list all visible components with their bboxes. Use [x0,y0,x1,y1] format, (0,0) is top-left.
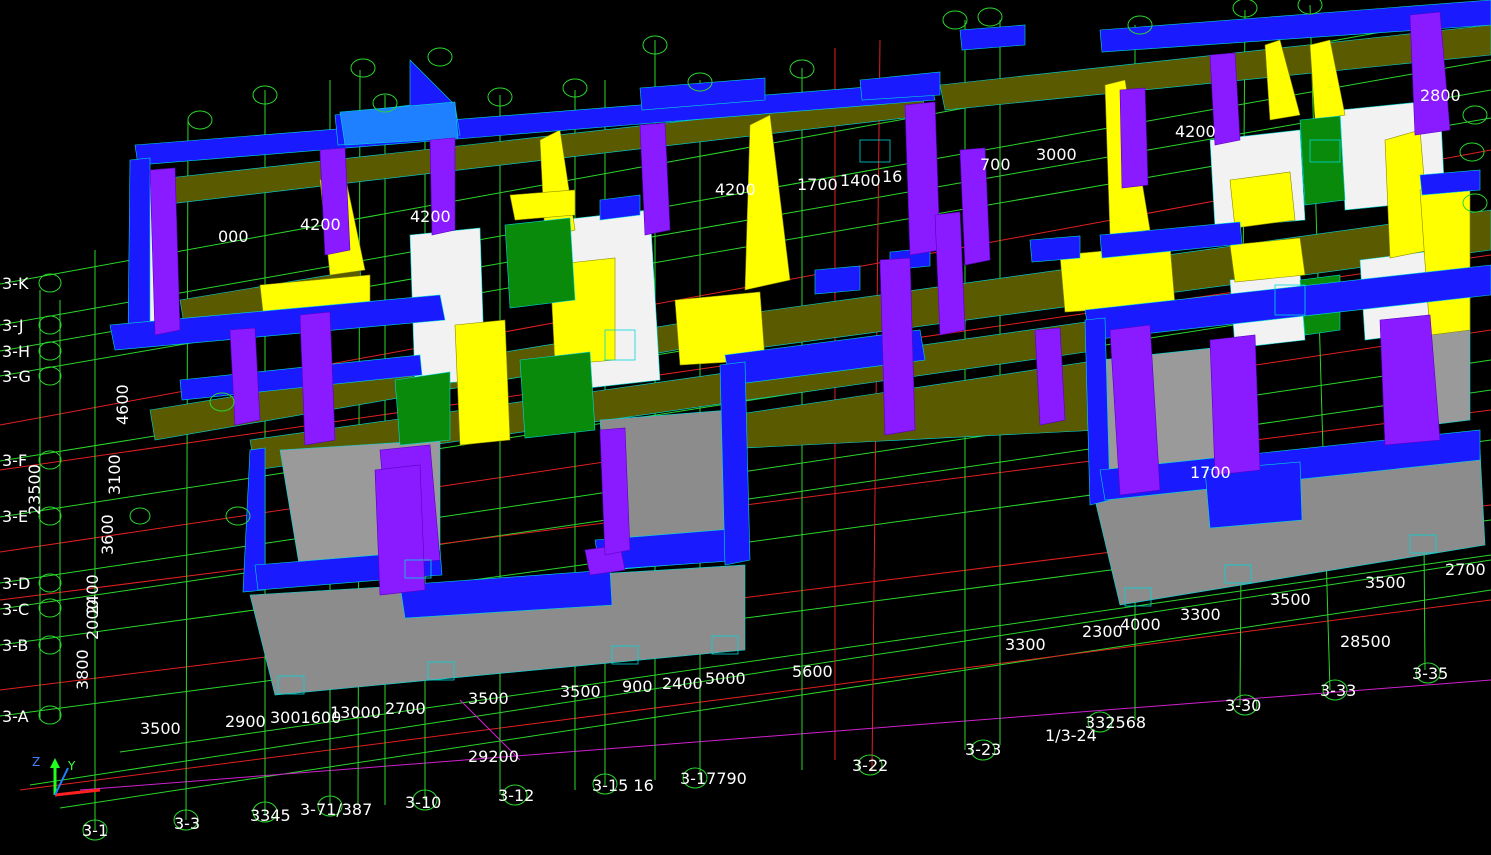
dimension-label: 2700 [385,699,426,718]
dimension-label: 4600 [113,384,132,425]
dimension-label: 5600 [792,662,833,681]
column-axis-label: 3-17790 [680,769,747,788]
row-axis-label: 3-A [2,707,29,726]
dimension-label: 3500 [468,689,509,708]
column-axis-label: 3-3 [174,814,200,833]
column-axis-label: 3-35 [1412,664,1448,683]
dimension-label: 1400 [840,171,881,190]
ucs-y-label: Y [67,759,76,773]
dimension-label: 5000 [705,669,746,688]
dimension-label: 2300 [1082,622,1123,641]
dimension-label: 3100 [105,454,124,495]
dimension-label: 2900 [225,712,266,731]
row-axis-label: 3-H [2,342,30,361]
row-axis-label: 3-D [2,574,30,593]
cad-model-viewport[interactable]: 3-K 3-J 3-H 3-G 3-F 3-E 3-D 3-C 3-B 3-A 3-1 3-3 334… [0,0,1491,851]
column-axis-label: 3-30 [1225,696,1261,715]
dimension-label: 29200 [468,747,519,766]
dimension-label: 23500 [25,464,44,515]
dimension-label: 16 [882,167,902,186]
bim-3d-scene[interactable]: 3-K3-J3-H3-G3-F3-E3-D3-C3-B3-A 3-1 3-3 334… [0,0,1491,851]
row-axis-label: 3-J [2,316,24,335]
row-axis-label: 3-C [2,600,29,619]
dimension-label: 3800 [73,649,92,690]
dimension-label: 1700 [797,175,838,194]
dimension-label: 900 [622,677,653,696]
row-axis-label: 3-K [2,274,29,293]
column-axis-label: 332568 [1085,713,1146,732]
dimension-label: 3500 [140,719,181,738]
dimension-label: 3500 [560,682,601,701]
column-axis-label: 3-15 16 [592,776,654,795]
ucs-z-label: Z [32,755,40,769]
column-axis-label: 3345 [250,806,291,825]
row-axis-label: 3-B [2,636,28,655]
dimension-label: 3600 [98,514,117,555]
row-axis-label: 3-F [2,451,27,470]
dimension-label: 1700 [1190,463,1231,482]
dimension-label: 2700 [1445,560,1486,579]
column-axis-label: 3-10 [405,793,441,812]
column-axis-label: 3-33 [1320,681,1356,700]
dimension-label: 3300 [1005,635,1046,654]
column-axis-label: 3-23 [965,740,1001,759]
dimension-label: 4200 [300,215,341,234]
dimension-label: 4200 [715,180,756,199]
column-axis-label: 3-12 [498,786,534,805]
dimension-label: 4200 [410,207,451,226]
dimension-label: 28500 [1340,632,1391,651]
dimension-label: 2800 [1420,86,1461,105]
dimension-label: 3000 [1036,145,1077,164]
dimension-label: 3500 [1365,573,1406,592]
dimension-label: 4000 [1120,615,1161,634]
dimension-label: 2400 [662,674,703,693]
dimension-label: 4200 [1175,122,1216,141]
column-axis-label: 3-1 [82,821,108,840]
dimension-label: 3300 [1180,605,1221,624]
dimension-label: 000 [218,227,249,246]
row-axis-label: 3-G [2,367,31,386]
column-axis-label: 3-22 [852,756,888,775]
dimension-label: 3500 [1270,590,1311,609]
dimension-label: 700 [980,155,1011,174]
dimension-label: 2000 [83,599,102,640]
column-axis-label: 3-71/387 [300,800,372,819]
dimension-label: 13000 [330,703,381,722]
